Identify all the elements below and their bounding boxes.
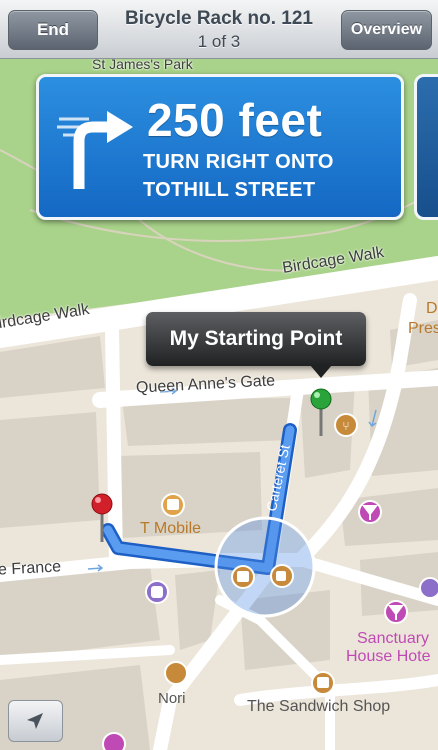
maps-navigation-screen: End Bicycle Rack no. 121 1 of 3 Overview bbox=[0, 0, 438, 750]
step-counter: 1 of 3 bbox=[197, 32, 241, 51]
end-button[interactable]: End bbox=[8, 10, 98, 50]
poi-label-sandwich-shop: The Sandwich Shop bbox=[247, 698, 391, 715]
destination-title: Bicycle Rack no. 121 bbox=[125, 8, 313, 29]
poi-label-nori: Nori bbox=[158, 690, 186, 707]
next-direction-sign[interactable] bbox=[414, 74, 438, 220]
poi-label-t-mobile: T Mobile bbox=[140, 520, 202, 537]
poi-label-sanctuary: Sanctuary bbox=[357, 630, 430, 647]
location-arrow-icon bbox=[27, 713, 43, 729]
turn-right-arrow-icon bbox=[57, 111, 133, 189]
street-label-petty-france: e France bbox=[0, 558, 62, 579]
direction-sign[interactable]: 250 feet TURN RIGHT ONTO TOTHILL STREET bbox=[36, 74, 404, 220]
instruction-line-2: TOTHILL STREET bbox=[143, 179, 316, 201]
distance-label: 250 feet bbox=[147, 94, 323, 146]
svg-text:⑂: ⑂ bbox=[342, 419, 349, 433]
starting-point-callout[interactable]: My Starting Point bbox=[146, 312, 366, 366]
poi-label-edge-top: D bbox=[426, 300, 438, 317]
navigation-bar: End Bicycle Rack no. 121 1 of 3 Overview bbox=[0, 0, 438, 59]
poi-label-house-hotel: House Hote bbox=[346, 648, 431, 665]
instruction-line-1: TURN RIGHT ONTO bbox=[143, 151, 334, 173]
poi-label-edge-pres: Pres bbox=[408, 320, 438, 337]
current-location-button[interactable] bbox=[8, 700, 63, 742]
current-location-accuracy bbox=[214, 516, 316, 618]
overview-button[interactable]: Overview bbox=[341, 10, 432, 50]
callout-pointer bbox=[310, 365, 332, 378]
